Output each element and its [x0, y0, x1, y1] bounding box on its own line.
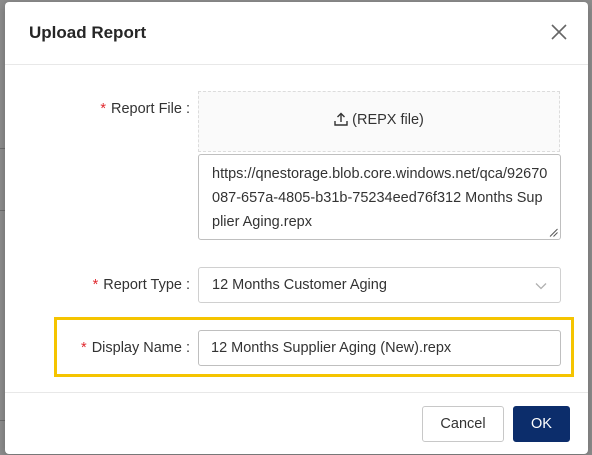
chevron-down-icon	[535, 283, 547, 290]
upload-button[interactable]: (REPX file)	[199, 112, 559, 130]
required-marker: *	[100, 101, 107, 117]
upload-label: (REPX file)	[352, 112, 424, 128]
report-type-selected-value: 12 Months Customer Aging	[212, 277, 387, 293]
report-file-path-text: https://qnestorage.blob.core.windows.net…	[212, 166, 548, 230]
report-type-select[interactable]: 12 Months Customer Aging	[198, 267, 561, 303]
close-button[interactable]	[548, 21, 570, 43]
upload-icon	[334, 112, 348, 130]
resize-handle-icon[interactable]	[549, 228, 558, 237]
dialog-footer: Cancel OK	[5, 392, 588, 454]
report-file-label: * Report File :	[100, 101, 190, 117]
report-file-path-textarea[interactable]: https://qnestorage.blob.core.windows.net…	[198, 154, 561, 240]
report-type-label: * Report Type :	[92, 277, 190, 293]
dialog-header: Upload Report	[5, 2, 588, 65]
display-name-input[interactable]	[198, 330, 561, 366]
close-icon	[551, 24, 567, 40]
file-upload-dropzone[interactable]: (REPX file)	[198, 91, 560, 152]
display-name-label: * Display Name :	[81, 340, 190, 356]
required-marker: *	[81, 340, 87, 356]
cancel-button[interactable]: Cancel	[422, 406, 504, 442]
dialog-title: Upload Report	[29, 23, 147, 42]
upload-report-dialog: Upload Report * Report File : (REPX file)…	[5, 2, 588, 454]
required-marker: *	[92, 277, 99, 293]
ok-button[interactable]: OK	[513, 406, 570, 442]
